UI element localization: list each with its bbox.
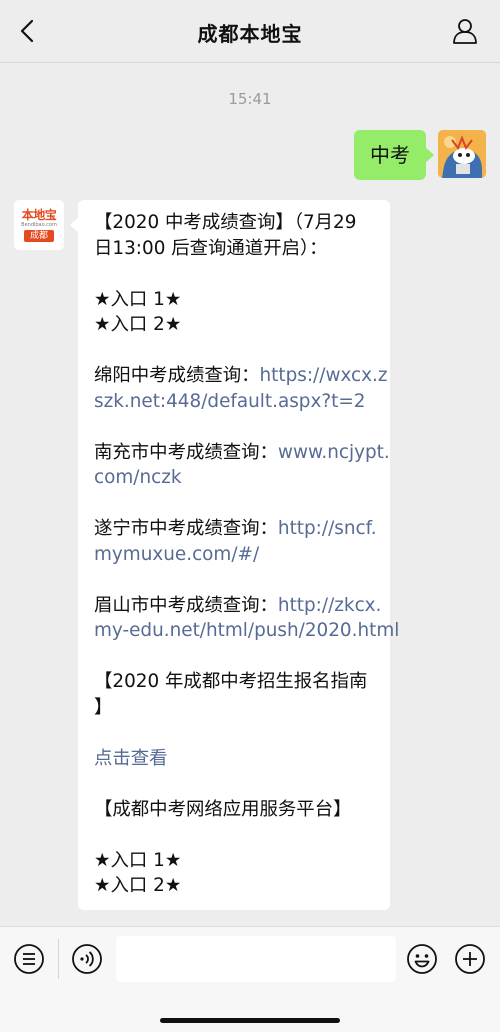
sent-message-bubble[interactable]: 中考 <box>354 130 434 180</box>
message-line: 绵阳中考成绩查询：https://wxcx.z <box>94 363 388 389</box>
user-avatar-image <box>438 130 486 178</box>
input-bar <box>0 926 500 1032</box>
add-button[interactable] <box>453 942 487 976</box>
sent-message-row: 中考 <box>354 130 486 180</box>
profile-button[interactable] <box>448 14 482 48</box>
message-link[interactable]: szk.net:448/default.aspx?t=2 <box>94 391 365 412</box>
message-line: 眉山市中考成绩查询：http://zkcx. <box>94 593 381 619</box>
message-line: 【成都中考网络应用服务平台】 <box>94 797 376 823</box>
emoji-icon <box>407 944 437 974</box>
message-label: 南充市中考成绩查询： <box>94 441 278 463</box>
message-text: 【成都中考网络应用服务平台】 <box>94 798 352 820</box>
menu-list-icon <box>14 944 44 974</box>
message-line: 】 <box>94 695 376 721</box>
message-line: com/nczk <box>94 465 376 491</box>
chat-title: 成都本地宝 <box>197 22 303 46</box>
message-link[interactable]: my-edu.net/html/push/2020.html <box>94 620 399 641</box>
message-line: 【2020 年成都中考招生报名指南 <box>94 669 376 695</box>
message-text: 【2020 中考成绩查询】（7月29 <box>94 212 357 233</box>
message-link[interactable]: mymuxue.com/#/ <box>94 544 259 565</box>
user-avatar[interactable] <box>438 130 486 178</box>
message-link[interactable]: http://zkcx. <box>278 595 381 616</box>
message-label: 绵阳中考成绩查询： <box>94 365 260 386</box>
message-line: 南充市中考成绩查询：www.ncjypt. <box>94 440 390 466</box>
emoji-button[interactable] <box>405 942 439 976</box>
message-text: 【2020 年成都中考招生报名指南 <box>94 671 368 692</box>
received-message-bubble: 【2020 中考成绩查询】（7月29 日13:00 后查询通道开启）： ★入口 1★… <box>70 200 399 910</box>
message-text: ★入口 2★ <box>94 875 182 896</box>
message-text: 】 <box>94 696 113 718</box>
chat-header: 成都本地宝 <box>0 0 500 63</box>
voice-button[interactable] <box>70 942 104 976</box>
message-line: 点击查看 <box>94 746 376 772</box>
voice-icon <box>72 944 102 974</box>
message-label: 遂宁市中考成绩查询： <box>94 518 278 539</box>
message-text: ★入口 1★ <box>94 849 182 871</box>
received-message-row: 本地宝 Bendibao.com 成都 【2020 中考成绩查询】（7月29 日1… <box>14 200 399 910</box>
logo-city: 成都 <box>23 230 54 242</box>
message-line: ★入口 2★ <box>94 312 376 338</box>
message-line: 【2020 中考成绩查询】（7月29 <box>94 210 376 236</box>
message-link[interactable]: 点击查看 <box>94 748 168 769</box>
message-line: ★入口 2★ <box>94 873 376 899</box>
menu-button[interactable] <box>12 942 46 976</box>
message-link[interactable]: www.ncjypt. <box>278 442 390 463</box>
message-label: 眉山市中考成绩查询： <box>94 594 278 616</box>
message-link[interactable]: com/nczk <box>94 467 182 488</box>
person-icon <box>453 19 477 44</box>
message-line: ★入口 1★ <box>94 287 376 313</box>
logo-subtext: Bendibao.com <box>21 222 57 228</box>
plus-icon <box>455 944 485 974</box>
message-link[interactable]: http://sncf. <box>278 518 377 539</box>
message-line: 遂宁市中考成绩查询：http://sncf. <box>94 516 377 542</box>
message-line: my-edu.net/html/push/2020.html <box>94 618 399 644</box>
message-line: mymuxue.com/#/ <box>94 542 376 568</box>
home-indicator <box>160 1018 340 1023</box>
message-text: ★入口 1★ <box>94 288 182 310</box>
logo-text: 本地宝 <box>21 208 57 222</box>
message-text: 日13:00 后查询通道开启）： <box>94 237 328 259</box>
message-timestamp: 15:41 <box>228 90 272 108</box>
message-line: szk.net:448/default.aspx?t=2 <box>94 389 376 415</box>
divider <box>58 939 59 979</box>
message-link[interactable]: https://wxcx.z <box>260 365 388 386</box>
message-line: ★入口 1★ <box>94 848 376 874</box>
bot-avatar[interactable]: 本地宝 Bendibao.com 成都 <box>14 200 64 250</box>
message-text: ★入口 2★ <box>94 314 182 335</box>
message-input[interactable] <box>116 936 396 982</box>
message-line: 日13:00 后查询通道开启）： <box>94 236 376 262</box>
